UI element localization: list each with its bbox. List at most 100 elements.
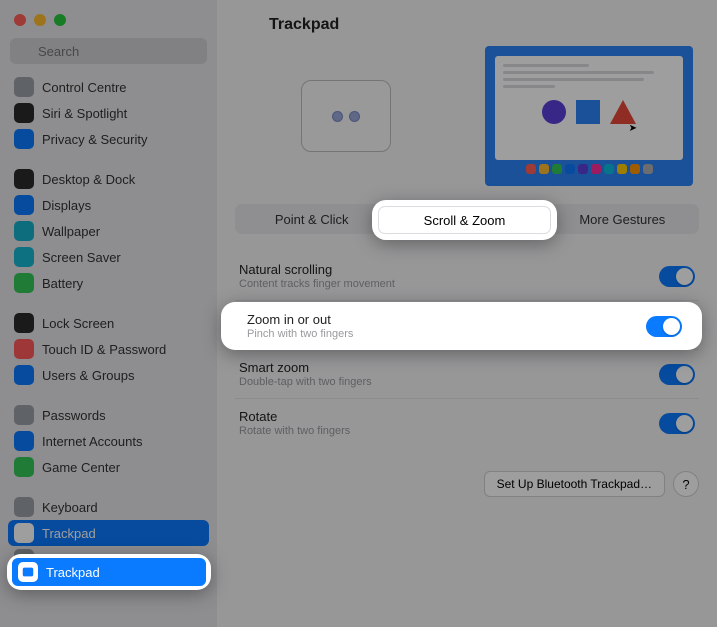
help-button[interactable]: ? (673, 471, 699, 497)
setting-subtitle: Rotate with two fingers (239, 425, 350, 437)
sidebar-item-touch-id-password[interactable]: Touch ID & Password (8, 336, 209, 362)
sidebar-item-game-center[interactable]: Game Center (8, 454, 209, 480)
sidebar-item-label: Internet Accounts (42, 434, 142, 449)
setting-title: Smart zoom (239, 360, 372, 375)
cursor-icon: ➤ (629, 123, 637, 134)
sidebar-icon (14, 247, 34, 267)
screen-illustration: ➤ (485, 46, 693, 186)
sidebar-item-label: Trackpad (42, 526, 96, 541)
sidebar-item-label: Touch ID & Password (42, 342, 166, 357)
sidebar-icon (14, 129, 34, 149)
toggle-switch[interactable] (659, 266, 695, 287)
highlight-setting-zoom: Zoom in or out Pinch with two fingers (221, 302, 702, 350)
dock-icon (630, 164, 640, 174)
search-input[interactable] (10, 38, 207, 64)
setting-title: Rotate (239, 409, 350, 424)
highlight-sidebar-trackpad: Trackpad (7, 554, 211, 590)
close-icon[interactable] (14, 14, 26, 26)
minimize-icon[interactable] (34, 14, 46, 26)
sidebar-item-displays[interactable]: Displays (8, 192, 209, 218)
setting-title: Zoom in or out (247, 312, 353, 327)
setting-subtitle: Pinch with two fingers (247, 328, 353, 340)
setting-row-rotate: RotateRotate with two fingers (235, 398, 699, 447)
sidebar-item-label: Lock Screen (42, 316, 114, 331)
dock-icon (643, 164, 653, 174)
sidebar-item-label: Passwords (42, 408, 106, 423)
toggle-switch[interactable] (659, 413, 695, 434)
setup-bluetooth-trackpad-button[interactable]: Set Up Bluetooth Trackpad… (484, 471, 665, 497)
sidebar-icon (14, 169, 34, 189)
sidebar-icon (14, 195, 34, 215)
preview-row: ➤ (235, 46, 699, 186)
sidebar-icon (14, 365, 34, 385)
tab-point-click[interactable]: Point & Click (235, 204, 388, 234)
sidebar-item-control-centre[interactable]: Control Centre (8, 74, 209, 100)
setting-subtitle: Double-tap with two fingers (239, 376, 372, 388)
sidebar-item-wallpaper[interactable]: Wallpaper (8, 218, 209, 244)
sidebar-item-label: Trackpad (46, 565, 100, 580)
sidebar-nav: Control Centre Siri & Spotlight Privacy & … (0, 74, 217, 572)
highlight-tab-scroll-zoom: Scroll & Zoom (372, 200, 557, 240)
sidebar-item-label: Control Centre (42, 80, 127, 95)
toggle-switch[interactable] (659, 364, 695, 385)
sidebar-item-label: Displays (42, 198, 91, 213)
dock-icon (539, 164, 549, 174)
sidebar-icon (14, 221, 34, 241)
dock-icon (526, 164, 536, 174)
tab-scroll-zoom[interactable]: Scroll & Zoom (378, 206, 551, 234)
sidebar-item-siri-spotlight[interactable]: Siri & Spotlight (8, 100, 209, 126)
sidebar-icon (14, 405, 34, 425)
sidebar-item-label: Keyboard (42, 500, 98, 515)
sidebar-item-keyboard[interactable]: Keyboard (8, 494, 209, 520)
window-controls (0, 10, 217, 38)
sidebar-item-trackpad[interactable]: Trackpad (8, 520, 209, 546)
dock-icon (604, 164, 614, 174)
sidebar-item-label: Battery (42, 276, 83, 291)
finger-dot-icon (332, 111, 343, 122)
dock-icon (578, 164, 588, 174)
sidebar-icon (14, 431, 34, 451)
square-icon (576, 100, 600, 124)
zoom-toggle[interactable] (646, 316, 682, 337)
tab-more-gestures[interactable]: More Gestures (546, 204, 699, 234)
dock-icon (552, 164, 562, 174)
circle-icon (542, 100, 566, 124)
setting-subtitle: Content tracks finger movement (239, 278, 395, 290)
sidebar-item-lock-screen[interactable]: Lock Screen (8, 310, 209, 336)
finger-dot-icon (349, 111, 360, 122)
setting-row-smart-zoom: Smart zoomDouble-tap with two fingers (235, 349, 699, 398)
sidebar-icon (14, 273, 34, 293)
sidebar-item-screen-saver[interactable]: Screen Saver (8, 244, 209, 270)
sidebar: Control Centre Siri & Spotlight Privacy & … (0, 0, 217, 627)
footer-row: Set Up Bluetooth Trackpad… ? (235, 471, 699, 497)
sidebar-item-battery[interactable]: Battery (8, 270, 209, 296)
sidebar-item-passwords[interactable]: Passwords (8, 402, 209, 428)
triangle-icon (610, 100, 636, 124)
sidebar-item-trackpad[interactable]: Trackpad (12, 558, 206, 586)
setting-title: Natural scrolling (239, 262, 395, 277)
sidebar-item-label: Wallpaper (42, 224, 100, 239)
sidebar-item-privacy-security[interactable]: Privacy & Security (8, 126, 209, 152)
setting-row-natural-scrolling: Natural scrollingContent tracks finger m… (235, 252, 699, 300)
trackpad-illustration (301, 80, 391, 152)
sidebar-item-desktop-dock[interactable]: Desktop & Dock (8, 166, 209, 192)
sidebar-icon (14, 77, 34, 97)
sidebar-icon (14, 103, 34, 123)
sidebar-item-users-groups[interactable]: Users & Groups (8, 362, 209, 388)
sidebar-icon (14, 339, 34, 359)
sidebar-icon (14, 523, 34, 543)
sidebar-item-label: Desktop & Dock (42, 172, 135, 187)
fullscreen-icon[interactable] (54, 14, 66, 26)
page-title: Trackpad (235, 16, 699, 34)
sidebar-item-internet-accounts[interactable]: Internet Accounts (8, 428, 209, 454)
dock-icon (617, 164, 627, 174)
dock-icon (565, 164, 575, 174)
dock-icon (591, 164, 601, 174)
sidebar-icon (14, 313, 34, 333)
sidebar-item-label: Users & Groups (42, 368, 134, 383)
sidebar-item-label: Game Center (42, 460, 120, 475)
sidebar-item-label: Privacy & Security (42, 132, 147, 147)
sidebar-item-label: Siri & Spotlight (42, 106, 127, 121)
sidebar-icon (14, 457, 34, 477)
sidebar-icon (14, 497, 34, 517)
